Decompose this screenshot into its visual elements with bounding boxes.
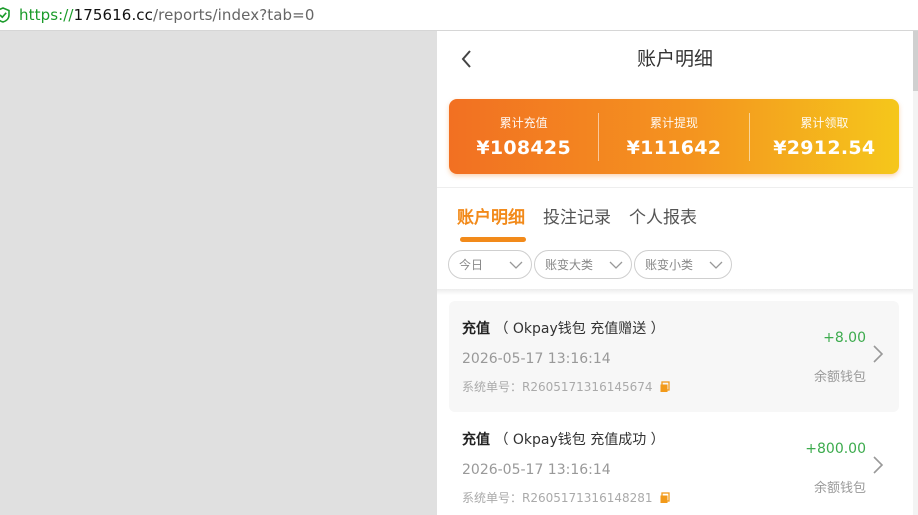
stat-total-deposit: 累计充值 ¥108425: [449, 114, 598, 159]
record-type: 充值: [462, 321, 490, 337]
record-time: 2026-05-17 13:16:14: [462, 462, 611, 478]
tab-personal-report[interactable]: 个人报表: [629, 203, 697, 243]
back-button[interactable]: [455, 47, 479, 71]
url-host: 175616.cc: [73, 6, 154, 24]
summary-card: 累计充值 ¥108425 累计提现 ¥111642 累计领取 ¥2912.54: [449, 99, 899, 174]
record-wallet: 余额钱包: [813, 481, 866, 496]
stat-value: ¥108425: [476, 137, 571, 159]
filter-category-select[interactable]: 账变大类: [534, 250, 632, 279]
stat-value: ¥2912.54: [773, 137, 876, 159]
top-bar: 账户明细: [437, 31, 913, 88]
stat-total-withdraw: 累计提现 ¥111642: [599, 114, 748, 159]
tab-bet-records[interactable]: 投注记录: [543, 203, 611, 243]
app-panel: 账户明细 累计充值 ¥108425 累计提现 ¥111642 累计领取 ¥291…: [437, 31, 913, 515]
copy-icon[interactable]: [659, 491, 671, 504]
record-order: 系统单号： R2605171316148281: [462, 489, 671, 506]
filter-label: 今日: [459, 258, 484, 272]
record-detail: （ Okpay钱包 充值成功 ）: [494, 432, 665, 448]
list-item[interactable]: 充值 （ Okpay钱包 充值成功 ） 2026-05-17 13:16:14 …: [449, 412, 899, 515]
filter-label: 账变大类: [545, 258, 594, 272]
url-path: /reports/index?tab=0: [153, 6, 315, 24]
list-item[interactable]: 充值 （ Okpay钱包 充值赠送 ） 2026-05-17 13:16:14 …: [449, 301, 899, 412]
order-number: R2605171316148281: [522, 490, 653, 505]
filter-label: 账变小类: [645, 258, 694, 272]
order-number: R2605171316145674: [522, 379, 653, 394]
filter-subcategory-select[interactable]: 账变小类: [634, 250, 732, 279]
browser-address-bar[interactable]: https://175616.cc/reports/index?tab=0: [0, 0, 918, 31]
order-label: 系统单号：: [462, 491, 523, 505]
divider: [437, 187, 913, 188]
record-list: 充值 （ Okpay钱包 充值赠送 ） 2026-05-17 13:16:14 …: [449, 301, 899, 515]
url-scheme: https://: [19, 6, 74, 24]
scrollbar[interactable]: [913, 31, 918, 515]
chevron-left-icon: [461, 50, 471, 68]
chevron-down-icon: [709, 261, 723, 269]
stat-total-claimed: 累计领取 ¥2912.54: [750, 114, 899, 159]
chevron-down-icon: [509, 261, 523, 269]
filter-date-select[interactable]: 今日: [448, 250, 532, 279]
shield-check-icon: [0, 7, 10, 23]
record-type: 充值: [462, 432, 490, 448]
filter-bar: 今日 账变大类 账变小类: [448, 250, 734, 279]
record-title: 充值 （ Okpay钱包 充值成功 ）: [462, 429, 665, 449]
record-order: 系统单号： R2605171316145674: [462, 378, 671, 395]
record-amount: +800.00: [805, 441, 866, 457]
record-amount: +8.00: [823, 330, 866, 346]
scrollbar-thumb[interactable]: [913, 31, 918, 91]
chevron-right-icon: [873, 456, 884, 474]
record-detail: （ Okpay钱包 充值赠送 ）: [494, 321, 665, 337]
chevron-down-icon: [609, 261, 623, 269]
active-tab-indicator: [460, 237, 526, 242]
url-text[interactable]: https://175616.cc/reports/index?tab=0: [19, 6, 314, 24]
page-title: 账户明细: [636, 48, 713, 70]
copy-icon[interactable]: [659, 380, 671, 393]
stat-label: 累计充值: [499, 116, 548, 130]
order-label: 系统单号：: [462, 380, 523, 394]
stat-label: 累计提现: [649, 116, 698, 130]
filter-bar-shadow: [437, 289, 913, 295]
stat-value: ¥111642: [626, 137, 722, 159]
stat-label: 累计领取: [800, 116, 849, 130]
record-title: 充值 （ Okpay钱包 充值赠送 ）: [462, 318, 665, 338]
record-wallet: 余额钱包: [813, 370, 866, 385]
record-time: 2026-05-17 13:16:14: [462, 351, 611, 367]
chevron-right-icon: [873, 345, 884, 363]
